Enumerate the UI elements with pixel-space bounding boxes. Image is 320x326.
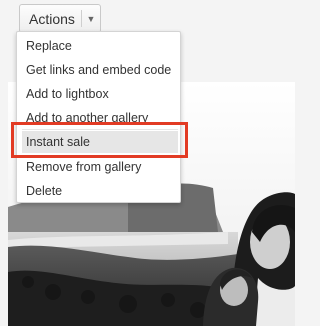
menu-item-get-links[interactable]: Get links and embed code bbox=[17, 59, 180, 81]
actions-label: Actions bbox=[29, 10, 75, 27]
actions-dropdown-menu: Replace Get links and embed code Add to … bbox=[16, 31, 181, 203]
menu-item-remove-from-gallery[interactable]: Remove from gallery bbox=[17, 156, 180, 178]
actions-button[interactable]: Actions ▼ bbox=[19, 4, 101, 33]
caret-down-icon[interactable]: ▼ bbox=[82, 14, 100, 24]
menu-item-replace[interactable]: Replace bbox=[17, 35, 180, 57]
menu-item-add-to-lightbox[interactable]: Add to lightbox bbox=[17, 83, 180, 105]
menu-item-add-to-another-gallery[interactable]: Add to another gallery bbox=[17, 107, 180, 129]
menu-divider bbox=[22, 129, 178, 130]
menu-item-delete[interactable]: Delete bbox=[17, 180, 180, 202]
menu-item-instant-sale[interactable]: Instant sale bbox=[22, 131, 178, 153]
